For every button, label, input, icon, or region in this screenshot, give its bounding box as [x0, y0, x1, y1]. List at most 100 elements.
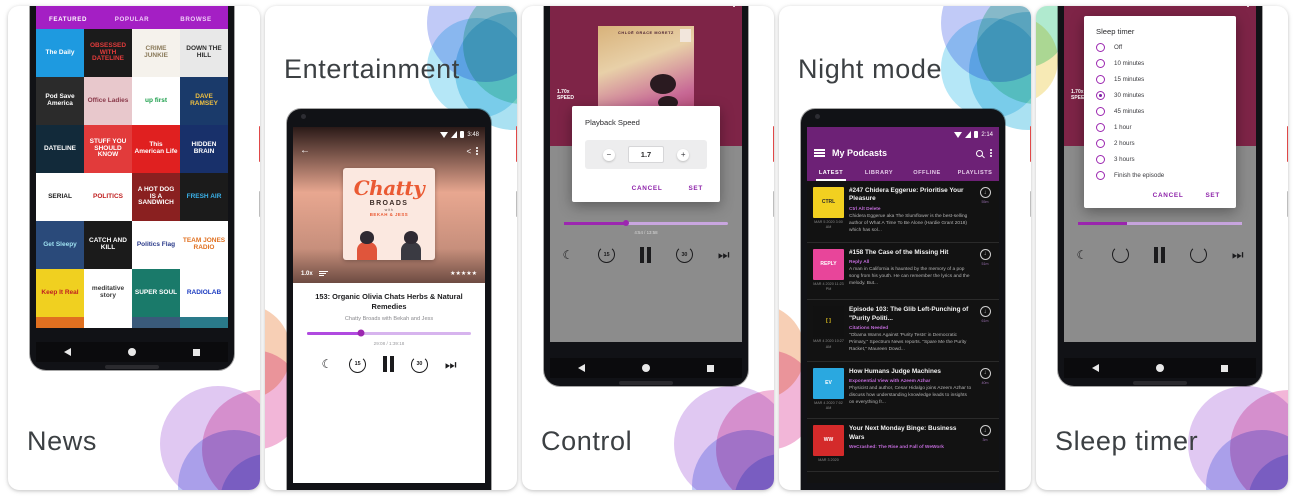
- mypodcasts-tabs[interactable]: LATEST LIBRARY OFFLINE PLAYLISTS: [807, 164, 999, 181]
- sleep-timer-option[interactable]: 2 hours: [1096, 139, 1224, 148]
- back-arrow-icon[interactable]: ←: [300, 146, 310, 156]
- rewind-15-icon[interactable]: 15: [598, 246, 616, 263]
- podcast-tile[interactable]: DOWN THE HILL: [180, 29, 228, 77]
- home-icon[interactable]: [641, 364, 650, 372]
- episode-row[interactable]: WW MAR 3 2020 Your Next Monday Binge: Busi…: [807, 419, 999, 472]
- share-icon[interactable]: <: [1237, 6, 1242, 8]
- phone-screen-sleeptimer[interactable]: ← < 1.70x SPEED ☾: [1064, 6, 1256, 342]
- back-arrow-icon[interactable]: ←: [557, 6, 567, 8]
- transport-controls[interactable]: ☾ 15 30 ⏭: [550, 246, 742, 263]
- podcast-tile[interactable]: Get Sleepy: [36, 221, 84, 269]
- overflow-menu-icon[interactable]: [990, 148, 992, 158]
- speed-chip[interactable]: 1.70x SPEED: [557, 89, 574, 101]
- android-nav-bar[interactable]: [1064, 358, 1256, 378]
- gallery-card-entertainment[interactable]: Entertainment 3:48 ← < Chatty BROADS wit…: [265, 6, 517, 490]
- decrement-speed-button[interactable]: −: [602, 148, 615, 161]
- sleep-timer-option[interactable]: 15 minutes: [1096, 75, 1224, 84]
- podcast-tile[interactable]: Pod Save America: [36, 77, 84, 125]
- download-icon[interactable]: ↓: [979, 248, 991, 260]
- podcast-tile[interactable]: meditative story: [84, 269, 132, 317]
- podcast-tile[interactable]: POLITICS: [84, 173, 132, 221]
- episode-actions[interactable]: ↓ 3m: [977, 425, 993, 463]
- cancel-button[interactable]: CANCEL: [632, 185, 663, 192]
- podcast-tile[interactable]: NPR: [36, 317, 84, 328]
- gallery-card-night-mode[interactable]: Night mode 2:14 My Podcasts LATEST LIBRA…: [779, 6, 1031, 490]
- home-icon[interactable]: [1155, 364, 1164, 372]
- sleep-timer-option[interactable]: 45 minutes: [1096, 107, 1224, 116]
- overflow-menu-icon[interactable]: [1247, 6, 1249, 8]
- tab-offline[interactable]: OFFLINE: [903, 170, 951, 176]
- podcast-tile[interactable]: DAVE RAMSEY: [180, 77, 228, 125]
- episode-artwork[interactable]: WW: [813, 425, 844, 457]
- phone-screen-discover[interactable]: Discover FEATURED POPULAR BROWSE The Dai…: [36, 6, 228, 328]
- tab-browse[interactable]: BROWSE: [164, 16, 228, 23]
- sleep-timer-dialog[interactable]: Sleep timer Off 10 minutes 15 minutes 30 mi…: [1084, 16, 1236, 208]
- podcast-tile[interactable]: SERIAL: [36, 173, 84, 221]
- sleep-timer-option[interactable]: Finish the episode: [1096, 171, 1224, 180]
- podcast-grid[interactable]: The Daily OBSESSED WITH DATELINE CRIME JUN…: [36, 29, 228, 328]
- pause-icon[interactable]: [383, 356, 395, 373]
- speed-chip[interactable]: 1.0x: [301, 271, 313, 277]
- phone-screen-control[interactable]: ← < CHLOË GRACE MORETZ GASLIGHT 1.70x: [550, 6, 742, 342]
- rewind-15-icon[interactable]: [1112, 246, 1130, 263]
- forward-30-icon[interactable]: 30: [410, 355, 428, 373]
- discover-tabs[interactable]: FEATURED POPULAR BROWSE: [36, 10, 228, 29]
- seek-bar[interactable]: [1078, 222, 1242, 225]
- sleep-timer-option[interactable]: 30 minutes: [1096, 91, 1224, 100]
- radio-button[interactable]: [1096, 59, 1105, 68]
- android-nav-bar[interactable]: [550, 358, 742, 378]
- sleep-timer-options[interactable]: Off 10 minutes 15 minutes 30 minutes 45 minu…: [1096, 43, 1224, 180]
- radio-button[interactable]: [1096, 139, 1105, 148]
- podcast-tile[interactable]: A HOT DOG IS A SANDWICH: [132, 173, 180, 221]
- speed-stepper[interactable]: − 1.7 +: [585, 140, 707, 169]
- pause-icon[interactable]: [640, 246, 652, 263]
- recents-icon[interactable]: [192, 348, 200, 356]
- sleep-timer-option[interactable]: 1 hour: [1096, 123, 1224, 132]
- transport-controls[interactable]: ☾ 15 30 ⏭: [303, 346, 475, 373]
- hamburger-menu-icon[interactable]: [814, 149, 825, 157]
- podcast-tile[interactable]: STUFF YOU SHOULD KNOW: [84, 125, 132, 173]
- podcast-tile[interactable]: RADIOLAB: [180, 269, 228, 317]
- set-button[interactable]: SET: [688, 185, 703, 192]
- episode-row[interactable]: REPLY MAR 4 2020 11:23 PM #158 The Case of…: [807, 243, 999, 301]
- podcast-tile[interactable]: Office Ladies: [84, 77, 132, 125]
- set-button[interactable]: SET: [1205, 192, 1220, 199]
- increment-speed-button[interactable]: +: [677, 148, 690, 161]
- podcast-tile[interactable]: OBSESSED WITH DATELINE: [84, 29, 132, 77]
- episode-actions[interactable]: ↓ 51m: [977, 248, 993, 293]
- radio-button[interactable]: [1096, 171, 1105, 180]
- podcast-tile[interactable]: CRIME JUNKIE: [132, 29, 180, 77]
- episode-artwork[interactable]: [ ]: [813, 306, 844, 338]
- download-icon[interactable]: ↓: [979, 306, 991, 318]
- gallery-card-control[interactable]: ← < CHLOË GRACE MORETZ GASLIGHT 1.70x: [522, 6, 774, 490]
- podcast-tile[interactable]: Keep It Real: [36, 269, 84, 317]
- episode-actions[interactable]: ↓ 40m: [977, 367, 993, 412]
- skip-next-icon[interactable]: ⏭: [445, 358, 457, 371]
- podcast-tile[interactable]: up first: [132, 77, 180, 125]
- speed-value-field[interactable]: 1.7: [627, 146, 665, 163]
- podcast-tile[interactable]: FRESH AIR: [180, 173, 228, 221]
- podcast-tile[interactable]: HIDDEN BRAIN: [180, 125, 228, 173]
- tab-playlists[interactable]: PLAYLISTS: [951, 170, 999, 176]
- sleep-timer-option[interactable]: 10 minutes: [1096, 59, 1224, 68]
- seek-handle[interactable]: [623, 220, 630, 227]
- overflow-menu-icon[interactable]: [476, 146, 478, 156]
- seek-handle[interactable]: [357, 329, 365, 337]
- dialog-actions[interactable]: CANCEL SET: [585, 185, 707, 192]
- gallery-card-news[interactable]: Discover FEATURED POPULAR BROWSE The Dai…: [8, 6, 260, 490]
- episode-artwork[interactable]: EV: [813, 367, 844, 399]
- podcast-tile[interactable]: The Daily: [36, 29, 84, 77]
- phone-screen-mypodcasts[interactable]: 2:14 My Podcasts LATEST LIBRARY OFFLINE …: [807, 127, 999, 483]
- pause-icon[interactable]: [1154, 246, 1166, 263]
- back-icon[interactable]: [1092, 364, 1100, 372]
- podcast-tile[interactable]: Headphones: [132, 317, 180, 328]
- episode-list[interactable]: CTRL MAR 5 2020 3:00 AM #247 Chidera Egger…: [807, 181, 999, 472]
- sleep-timer-option[interactable]: Off: [1096, 43, 1224, 52]
- radio-button[interactable]: [1096, 107, 1105, 116]
- sleep-timer-icon[interactable]: ☾: [562, 249, 573, 261]
- episode-row[interactable]: [ ] MAR 4 2020 10:27 AM Episode 103: The G…: [807, 300, 999, 362]
- seek-bar[interactable]: [564, 220, 728, 227]
- transport-controls[interactable]: ☾ ⏭: [1064, 246, 1256, 263]
- radio-button[interactable]: [1096, 43, 1105, 52]
- episode-row[interactable]: EV MAR 4 2020 7:02 AM How Humans Judge Mac…: [807, 362, 999, 420]
